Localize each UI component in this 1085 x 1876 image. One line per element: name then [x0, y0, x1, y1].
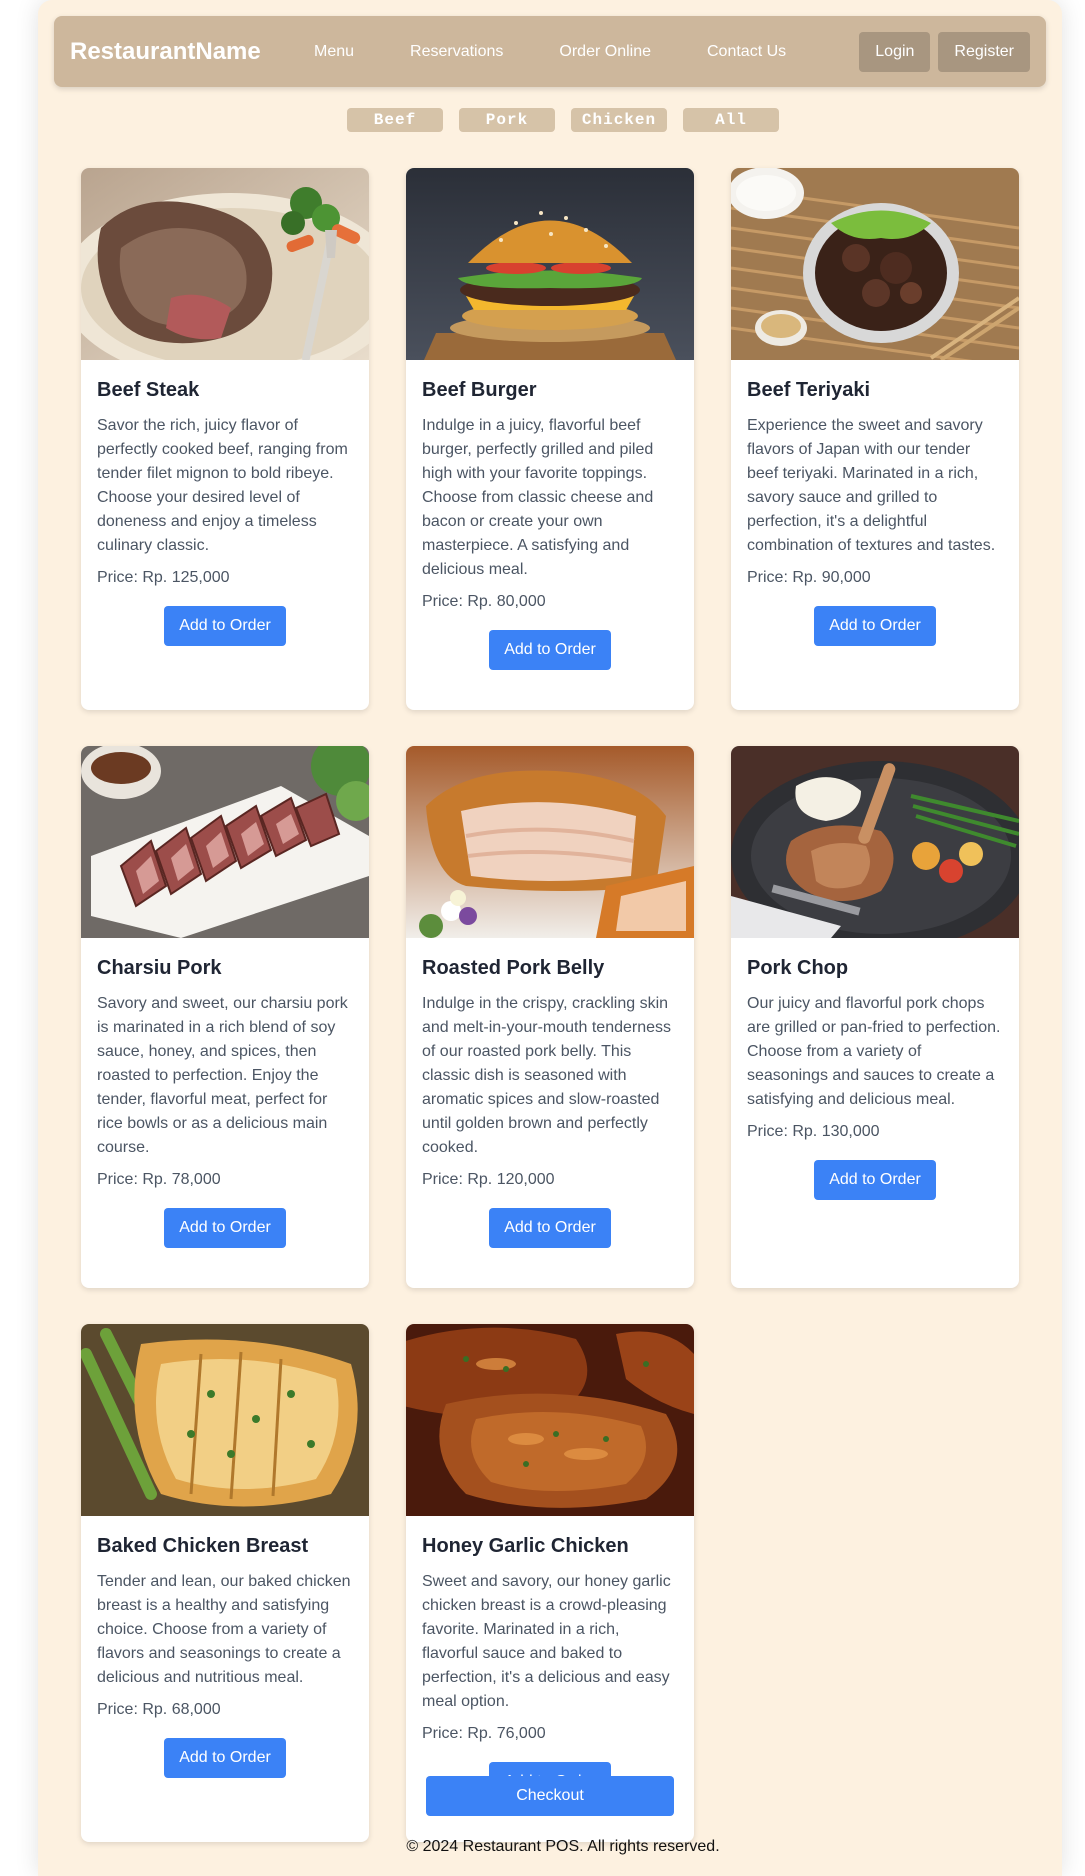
menu-card: Roasted Pork Belly Indulge in the crispy… [406, 746, 694, 1288]
filter-all-button[interactable]: All [683, 108, 779, 132]
add-to-order-button[interactable]: Add to Order [164, 606, 286, 646]
filter-pork-button[interactable]: Pork [459, 108, 555, 132]
item-name: Honey Garlic Chicken [422, 1535, 629, 1557]
item-description: Savor the rich, juicy flavor of perfectl… [97, 417, 348, 554]
item-name: Pork Chop [747, 957, 849, 979]
menu-card: Beef Steak Savor the rich, juicy flavor … [81, 168, 369, 710]
card-body: Beef Teriyaki Experience the sweet and s… [731, 360, 1019, 646]
item-name: Charsiu Pork [97, 957, 222, 979]
beef-burger-image [406, 168, 694, 360]
nav-link-menu[interactable]: Menu [314, 43, 354, 61]
card-body: Honey Garlic Chicken Sweet and savory, o… [406, 1516, 694, 1802]
menu-card: Honey Garlic Chicken Sweet and savory, o… [406, 1324, 694, 1842]
item-description: Our juicy and flavorful pork chops are g… [747, 995, 1001, 1108]
nav-link-reservations[interactable]: Reservations [410, 43, 503, 61]
item-name: Baked Chicken Breast [97, 1535, 309, 1557]
nav-link-order-online[interactable]: Order Online [559, 43, 651, 61]
item-name: Roasted Pork Belly [422, 957, 605, 979]
card-body: Baked Chicken Breast Tender and lean, ou… [81, 1516, 369, 1778]
add-to-order-button[interactable]: Add to Order [489, 1208, 611, 1248]
honey-garlic-chicken-image [406, 1324, 694, 1516]
card-body: Roasted Pork Belly Indulge in the crispy… [406, 938, 694, 1248]
item-price: Price: Rp. 80,000 [422, 593, 546, 610]
item-description: Experience the sweet and savory flavors … [747, 417, 996, 554]
footer-copyright: © 2024 Restaurant POS. All rights reserv… [406, 1838, 720, 1855]
card-body: Beef Burger Indulge in a juicy, flavorfu… [406, 360, 694, 670]
card-body: Pork Chop Our juicy and flavorful pork c… [731, 938, 1019, 1200]
beef-steak-image [81, 168, 369, 360]
item-name: Beef Burger [422, 379, 537, 401]
item-price: Price: Rp. 76,000 [422, 1725, 546, 1742]
item-price: Price: Rp. 68,000 [97, 1701, 221, 1718]
item-description: Tender and lean, our baked chicken breas… [97, 1573, 351, 1686]
login-button[interactable]: Login [859, 32, 931, 72]
brand-logo[interactable]: RestaurantName [70, 37, 261, 67]
item-name: Beef Steak [97, 379, 200, 401]
pork-chop-image [731, 746, 1019, 938]
item-description: Indulge in a juicy, flavorful beef burge… [422, 417, 654, 578]
item-description: Sweet and savory, our honey garlic chick… [422, 1573, 671, 1710]
menu-card: Baked Chicken Breast Tender and lean, ou… [81, 1324, 369, 1842]
beef-teriyaki-image [731, 168, 1019, 360]
add-to-order-button[interactable]: Add to Order [814, 1160, 936, 1200]
menu-card: Charsiu Pork Savory and sweet, our chars… [81, 746, 369, 1288]
item-description: Indulge in the crispy, crackling skin an… [422, 995, 672, 1156]
item-price: Price: Rp. 120,000 [422, 1171, 555, 1188]
item-price: Price: Rp. 125,000 [97, 569, 230, 586]
item-name: Beef Teriyaki [747, 379, 871, 401]
checkout-button[interactable]: Checkout [426, 1776, 674, 1816]
filter-beef-button[interactable]: Beef [347, 108, 443, 132]
page-container: RestaurantName Menu Reservations Order O… [38, 0, 1062, 1876]
add-to-order-button[interactable]: Add to Order [164, 1208, 286, 1248]
menu-card: Beef Burger Indulge in a juicy, flavorfu… [406, 168, 694, 710]
add-to-order-button[interactable]: Add to Order [164, 1738, 286, 1778]
register-button[interactable]: Register [938, 32, 1030, 72]
charsiu-pork-image [81, 746, 369, 938]
nav-links: Menu Reservations Order Online Contact U… [314, 16, 786, 87]
item-price: Price: Rp. 78,000 [97, 1171, 221, 1188]
nav-link-contact-us[interactable]: Contact Us [707, 43, 786, 61]
menu-card: Pork Chop Our juicy and flavorful pork c… [731, 746, 1019, 1288]
menu-grid: Beef Steak Savor the rich, juicy flavor … [81, 168, 1019, 1842]
navbar: RestaurantName Menu Reservations Order O… [54, 16, 1046, 87]
roasted-pork-belly-image [406, 746, 694, 938]
category-filters: Beef Pork Chicken All [38, 108, 1062, 132]
add-to-order-button[interactable]: Add to Order [489, 630, 611, 670]
baked-chicken-breast-image [81, 1324, 369, 1516]
auth-buttons: Login Register [851, 32, 1030, 72]
item-price: Price: Rp. 90,000 [747, 569, 871, 586]
item-price: Price: Rp. 130,000 [747, 1123, 880, 1140]
item-description: Savory and sweet, our charsiu pork is ma… [97, 995, 348, 1156]
add-to-order-button[interactable]: Add to Order [814, 606, 936, 646]
card-body: Beef Steak Savor the rich, juicy flavor … [81, 360, 369, 646]
menu-card: Beef Teriyaki Experience the sweet and s… [731, 168, 1019, 710]
card-body: Charsiu Pork Savory and sweet, our chars… [81, 938, 369, 1248]
filter-chicken-button[interactable]: Chicken [571, 108, 667, 132]
